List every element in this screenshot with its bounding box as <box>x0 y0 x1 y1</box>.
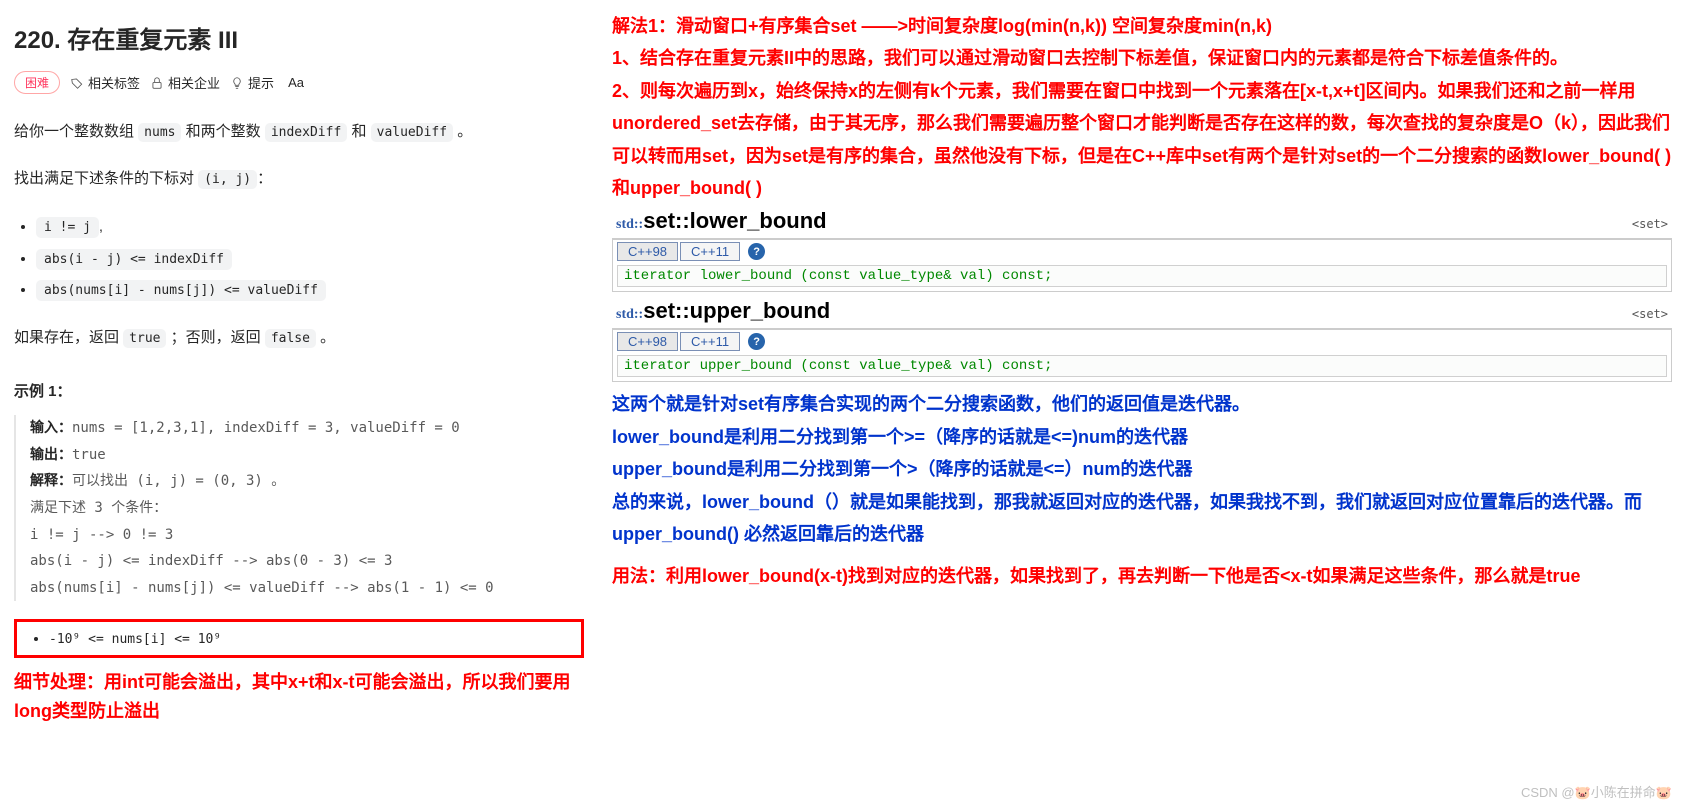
constraint-item: -10⁹ <= nums[i] <= 10⁹ <box>49 630 569 647</box>
explain-label: 解释： <box>30 473 72 489</box>
tab-cpp98[interactable]: C++98 <box>617 242 678 261</box>
ref-signature: iterator lower_bound (const value_type& … <box>617 265 1667 287</box>
text: ；否则，返回 <box>166 329 264 346</box>
annotation-usage: 用法：利用lower_bound(x-t)找到对应的迭代器，如果找到了，再去判断… <box>612 560 1672 592</box>
cond-code: abs(nums[i] - nums[j]) <= valueDiff <box>36 280 326 301</box>
code-nums: nums <box>138 123 181 142</box>
ref-header-tag: <set> <box>1632 307 1668 321</box>
annotation-blue-4: 总的来说，lower_bound（）就是如果能找到，那我就返回对应的迭代器，如果… <box>612 486 1672 551</box>
hint-button[interactable]: 提示 <box>230 73 274 92</box>
problem-desc-1: 给你一个整数数组 nums 和两个整数 indexDiff 和 valueDif… <box>14 118 584 147</box>
ref-upper-bound: std::set::upper_bound <set> C++98 C++11 … <box>612 298 1672 382</box>
annotation-heading: 解法1：滑动窗口+有序集合set ——>时间复杂度log(min(n,k)) 空… <box>612 10 1672 42</box>
annotation-blue-2: lower_bound是利用二分找到第一个>=（降序的话就是<=)num的迭代器 <box>612 421 1672 453</box>
conditions-list: i != j, abs(i - j) <= indexDiff abs(nums… <box>14 211 584 306</box>
problem-title: 220. 存在重复元素 III <box>14 20 584 55</box>
text: 和 <box>347 123 370 140</box>
problem-meta-row: 困难 相关标签 相关企业 提示 Aa <box>14 71 584 94</box>
tab-cpp98[interactable]: C++98 <box>617 332 678 351</box>
related-tags-button[interactable]: 相关标签 <box>70 73 140 92</box>
example-output: true <box>72 447 106 463</box>
condition-2: abs(i - j) <= indexDiff <box>36 243 584 275</box>
example-input: nums = [1,2,3,1], indexDiff = 3, valueDi… <box>72 420 460 436</box>
condition-1: i != j, <box>36 211 584 243</box>
example-block: 输入：nums = [1,2,3,1], indexDiff = 3, valu… <box>14 415 584 601</box>
input-label: 输入： <box>30 420 72 436</box>
hint-label: 提示 <box>248 73 274 92</box>
tab-cpp11[interactable]: C++11 <box>680 332 740 351</box>
difficulty-badge: 困难 <box>14 71 60 94</box>
help-icon[interactable]: ? <box>748 333 765 350</box>
ref-lower-bound: std::set::lower_bound <set> C++98 C++11 … <box>612 208 1672 292</box>
related-tags-label: 相关标签 <box>88 73 140 92</box>
ref-fn-name: set::upper_bound <box>643 298 830 323</box>
ref-tabs: C++98 C++11 ? <box>613 239 1671 263</box>
font-size-button[interactable]: Aa <box>284 75 308 90</box>
tab-cpp11[interactable]: C++11 <box>680 242 740 261</box>
return-line: 如果存在，返回 true ；否则，返回 false 。 <box>14 324 584 353</box>
text: , <box>99 218 103 234</box>
std-prefix: std:: <box>616 217 643 232</box>
text: 。 <box>316 329 335 346</box>
related-companies-label: 相关企业 <box>168 73 220 92</box>
annotation-blue-3: upper_bound是利用二分找到第一个>（降序的话就是<=）num的迭代器 <box>612 453 1672 485</box>
annotation-step2: 2、则每次遍历到x，始终保持x的左侧有k个元素，我们需要在窗口中找到一个元素落在… <box>612 75 1672 205</box>
annotation-step1: 1、结合存在重复元素II中的思路，我们可以通过滑动窗口去控制下标差值，保证窗口内… <box>612 42 1672 74</box>
problem-panel: 220. 存在重复元素 III 困难 相关标签 相关企业 提示 Aa 给你一个整… <box>0 0 598 740</box>
explain-3: i != j --> 0 != 3 <box>30 522 584 549</box>
constraint-box: -10⁹ <= nums[i] <= 10⁹ <box>14 619 584 658</box>
lightbulb-icon <box>230 76 244 90</box>
output-label: 输出： <box>30 447 72 463</box>
cond-code: i != j <box>36 217 99 238</box>
annotation-blue-1: 这两个就是针对set有序集合实现的两个二分搜索函数，他们的返回值是迭代器。 <box>612 388 1672 420</box>
code-ij: (i, j) <box>198 170 257 189</box>
overflow-annotation: 细节处理：用int可能会溢出，其中x+t和x-t可能会溢出，所以我们要用long… <box>14 668 584 726</box>
text: 。 <box>453 123 472 140</box>
std-prefix: std:: <box>616 307 643 322</box>
text: 和两个整数 <box>181 123 264 140</box>
cond-code: abs(i - j) <= indexDiff <box>36 249 232 270</box>
annotation-panel: 解法1：滑动窗口+有序集合set ——>时间复杂度log(min(n,k)) 空… <box>598 0 1686 740</box>
code-true: true <box>123 329 166 348</box>
lock-icon <box>150 76 164 90</box>
explain-2: 满足下述 3 个条件： <box>30 495 584 522</box>
example-heading: 示例 1： <box>14 380 584 401</box>
explain-4: abs(i - j) <= indexDiff --> abs(0 - 3) <… <box>30 548 584 575</box>
condition-3: abs(nums[i] - nums[j]) <= valueDiff <box>36 274 584 306</box>
ref-tabs: C++98 C++11 ? <box>613 329 1671 353</box>
text: 找出满足下述条件的下标对 <box>14 170 198 187</box>
code-false: false <box>265 329 316 348</box>
problem-desc-2: 找出满足下述条件的下标对 (i, j)： <box>14 165 584 194</box>
watermark: CSDN @🐷小陈在拼命🐷 <box>1521 782 1672 801</box>
ref-signature: iterator upper_bound (const value_type& … <box>617 355 1667 377</box>
text: ： <box>257 170 272 187</box>
constraint-code: -10⁹ <= nums[i] <= 10⁹ <box>49 632 221 647</box>
ref-header-tag: <set> <box>1632 217 1668 231</box>
related-companies-button[interactable]: 相关企业 <box>150 73 220 92</box>
explain-5: abs(nums[i] - nums[j]) <= valueDiff --> … <box>30 575 584 602</box>
ref-fn-name: set::lower_bound <box>643 208 826 233</box>
text: 给你一个整数数组 <box>14 123 138 140</box>
code-indexDiff: indexDiff <box>265 123 347 142</box>
text: 如果存在，返回 <box>14 329 123 346</box>
tag-icon <box>70 76 84 90</box>
code-valueDiff: valueDiff <box>371 123 453 142</box>
help-icon[interactable]: ? <box>748 243 765 260</box>
explain-1: 可以找出 (i, j) = (0, 3) 。 <box>72 473 285 489</box>
